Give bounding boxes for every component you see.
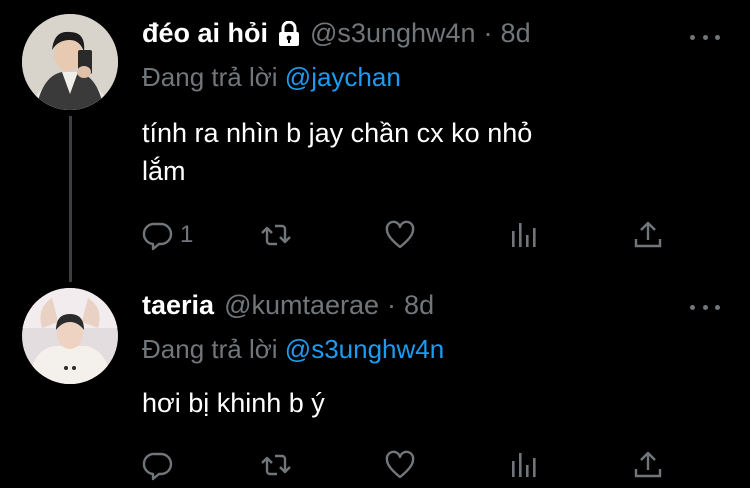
user-photo-icon <box>22 288 118 384</box>
reply-icon <box>142 452 173 481</box>
retweet-button[interactable] <box>260 448 292 482</box>
reply-icon <box>142 222 173 251</box>
avatar[interactable] <box>22 14 118 110</box>
share-button[interactable] <box>632 448 664 482</box>
tweet-1[interactable]: đéo ai hỏi @s3unghw4n · 8d Đang trả lời … <box>0 0 750 282</box>
like-button[interactable] <box>384 218 416 252</box>
separator: · <box>387 290 397 320</box>
reply-count: 1 <box>180 221 194 248</box>
like-icon <box>385 450 415 479</box>
analytics-icon <box>512 223 536 247</box>
thread-line <box>69 116 72 282</box>
like-icon <box>385 220 415 249</box>
avatar[interactable] <box>22 288 118 384</box>
tweet-2[interactable]: taeria @kumtaerae · 8d Đang trả lời @s3u… <box>0 282 750 488</box>
timestamp[interactable]: 8d <box>501 18 531 49</box>
like-button[interactable] <box>384 448 416 482</box>
mention-link[interactable]: @jaychan <box>285 62 401 92</box>
tweet-text-line: lắm <box>142 156 186 186</box>
share-icon <box>634 451 662 478</box>
more-icon[interactable] <box>690 32 720 42</box>
retweet-button[interactable] <box>260 218 292 252</box>
mention-link[interactable]: @s3unghw4n <box>285 334 444 364</box>
replying-prefix: Đang trả lời <box>142 62 278 92</box>
tweet-actions: 1 <box>142 218 662 252</box>
display-name[interactable]: taeria <box>142 290 214 321</box>
reply-button[interactable]: 1 <box>142 218 193 252</box>
tweet-text: tính ra nhìn b jay chần cx ko nhỏ lắm <box>142 114 702 190</box>
tweet-header: đéo ai hỏi @s3unghw4n · 8d <box>142 18 531 49</box>
retweet-icon <box>261 454 291 476</box>
tweet-text-line: hơi bị khinh b ý <box>142 388 325 418</box>
separator: · <box>483 18 493 48</box>
lock-icon <box>278 20 300 47</box>
analytics-button[interactable] <box>508 218 540 252</box>
tweet-text-line: tính ra nhìn b jay chần cx ko nhỏ <box>142 118 533 148</box>
handle[interactable]: @s3unghw4n <box>310 18 476 49</box>
reply-button[interactable] <box>142 448 174 482</box>
display-name[interactable]: đéo ai hỏi <box>142 18 268 49</box>
analytics-icon <box>512 453 536 477</box>
user-photo-icon <box>22 14 118 110</box>
share-icon <box>634 221 662 248</box>
tweet-header: taeria @kumtaerae · 8d <box>142 290 434 321</box>
retweet-icon <box>261 224 291 246</box>
tweet-actions <box>142 448 662 482</box>
tweet-text: hơi bị khinh b ý <box>142 384 702 422</box>
replying-to: Đang trả lời @jaychan <box>142 62 401 93</box>
analytics-button[interactable] <box>508 448 540 482</box>
share-button[interactable] <box>632 218 664 252</box>
handle[interactable]: @kumtaerae <box>224 290 379 321</box>
more-icon[interactable] <box>690 302 720 312</box>
timestamp[interactable]: 8d <box>404 290 434 321</box>
replying-to: Đang trả lời @s3unghw4n <box>142 334 444 365</box>
replying-prefix: Đang trả lời <box>142 334 278 364</box>
